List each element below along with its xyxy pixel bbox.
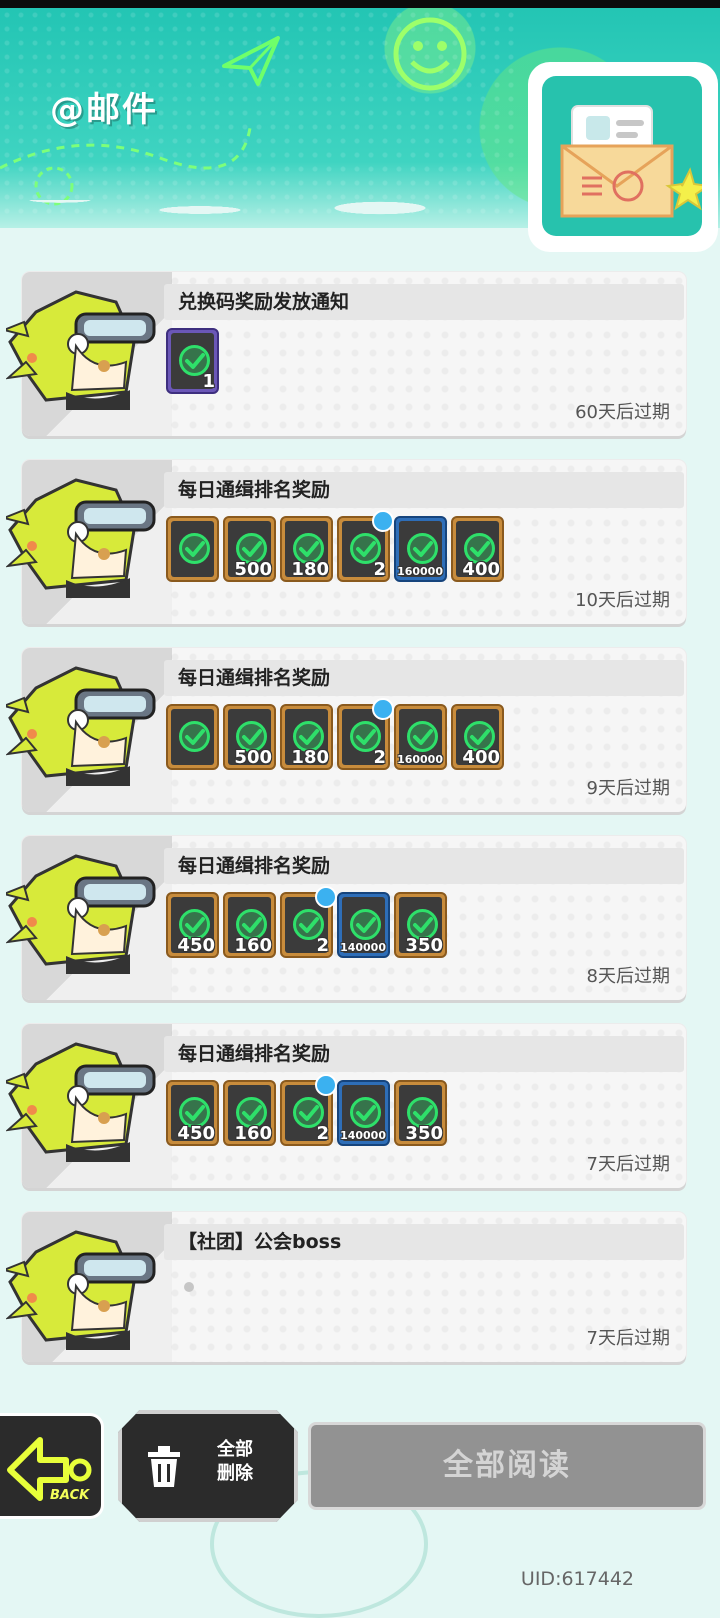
reward-item[interactable]: 160000 (394, 704, 447, 770)
reward-item-quantity: 140000 (340, 941, 386, 954)
reward-item-quantity: 350 (405, 935, 443, 956)
empty-attachment-dot (184, 1282, 194, 1292)
item-badge-icon (372, 698, 394, 720)
reward-item-quantity: 160 (234, 1123, 272, 1144)
reward-item-quantity: 180 (291, 747, 329, 768)
mail-subject: 每日通缉排名奖励 (164, 1036, 684, 1072)
back-button[interactable]: BACK (0, 1413, 104, 1519)
envelope-icon (560, 105, 711, 218)
sender-avatar (0, 1034, 166, 1164)
mail-expiry: 8天后过期 (586, 966, 670, 987)
page-title: @邮件 (50, 90, 158, 130)
mail-subject: 每日通缉排名奖励 (164, 848, 684, 884)
check-circle-icon (178, 532, 211, 565)
reward-item-quantity: 140000 (340, 1129, 386, 1142)
reward-item-quantity: 160 (234, 935, 272, 956)
reward-item[interactable]: 180 (280, 516, 333, 582)
read-all-button[interactable]: 全部阅读 (308, 1422, 706, 1510)
check-circle-icon (178, 720, 211, 753)
reward-items: 500 180 2 160000 400 (166, 698, 504, 774)
sender-avatar (0, 282, 166, 412)
reward-items: 450 160 2 140000 350 (166, 1074, 447, 1150)
mail-subject: 【社团】公会boss (164, 1224, 684, 1260)
delete-all-label: 全部 删除 (200, 1438, 270, 1486)
sender-avatar (0, 658, 166, 788)
delete-all-button[interactable]: 全部 删除 (118, 1410, 298, 1522)
sender-avatar (0, 470, 166, 600)
reward-item-quantity: 350 (405, 1123, 443, 1144)
reward-item-quantity: 2 (316, 935, 329, 956)
reward-item-quantity: 180 (291, 559, 329, 580)
reward-item[interactable]: 500 (223, 516, 276, 582)
mail-expiry: 7天后过期 (586, 1154, 670, 1175)
reward-item[interactable]: 400 (451, 516, 504, 582)
reward-item[interactable]: 500 (223, 704, 276, 770)
delete-all-label-line: 全部 (217, 1439, 253, 1460)
reward-item[interactable]: 2 (337, 510, 394, 582)
reward-item[interactable]: 350 (394, 1080, 447, 1146)
paper-plane-icon (222, 36, 280, 86)
reward-items: 500 180 2 160000 400 (166, 510, 504, 586)
reward-item[interactable]: 400 (451, 704, 504, 770)
sender-avatar (0, 1222, 166, 1352)
reward-item-quantity: 1 (202, 371, 215, 392)
reward-item[interactable]: 180 (280, 704, 333, 770)
mail-expiry: 7天后过期 (586, 1328, 670, 1349)
reward-item-quantity: 450 (177, 935, 215, 956)
bottom-bar: BACK 全部删除 全部阅读 (0, 1410, 720, 1530)
item-badge-icon (315, 1074, 337, 1096)
mail-subject: 每日通缉排名奖励 (164, 472, 684, 508)
reward-item[interactable]: 2 (337, 698, 394, 770)
reward-item[interactable]: 2 (280, 886, 337, 958)
status-bar (0, 0, 720, 8)
trash-icon (148, 1446, 180, 1487)
reward-item[interactable] (166, 704, 219, 770)
mail-illustration (528, 62, 718, 252)
reward-items: 1 (166, 328, 219, 398)
uid-label: UID:617442 (520, 1568, 634, 1590)
reward-item-quantity: 160000 (397, 753, 443, 766)
reward-item[interactable]: 160 (223, 892, 276, 958)
reward-item-quantity: 500 (234, 559, 272, 580)
reward-item-quantity: 400 (462, 559, 500, 580)
reward-item-quantity: 400 (462, 747, 500, 768)
check-circle-icon (406, 720, 439, 753)
reward-item[interactable]: 140000 (337, 892, 390, 958)
reward-item[interactable]: 160000 (394, 516, 447, 582)
mail-illustration-bg (542, 76, 711, 236)
back-label: BACK (50, 1488, 90, 1503)
item-badge-icon (372, 510, 394, 532)
reward-item[interactable]: 140000 (337, 1080, 390, 1146)
reward-item-quantity: 2 (373, 559, 386, 580)
reward-item-quantity: 160000 (397, 565, 443, 578)
check-circle-icon (349, 908, 382, 941)
reward-item-quantity: 2 (316, 1123, 329, 1144)
mail-expiry: 60天后过期 (575, 402, 670, 423)
reward-item-quantity: 500 (234, 747, 272, 768)
check-circle-icon (349, 1096, 382, 1129)
check-circle-icon (406, 532, 439, 565)
item-badge-icon (315, 886, 337, 908)
delete-all-label-line: 删除 (217, 1463, 253, 1484)
sender-avatar (0, 846, 166, 976)
reward-item[interactable]: 160 (223, 1080, 276, 1146)
mail-subject: 兑换码奖励发放通知 (164, 284, 684, 320)
reward-items: 450 160 2 140000 350 (166, 886, 447, 962)
mail-subject: 每日通缉排名奖励 (164, 660, 684, 696)
reward-item[interactable]: 2 (280, 1074, 337, 1146)
reward-item-quantity: 450 (177, 1123, 215, 1144)
smiley-icon (393, 17, 467, 91)
mail-expiry: 10天后过期 (575, 590, 670, 611)
reward-item-quantity: 2 (373, 747, 386, 768)
reward-item[interactable] (166, 516, 219, 582)
reward-item[interactable]: 350 (394, 892, 447, 958)
read-all-label: 全部阅读 (443, 1448, 571, 1483)
reward-item[interactable]: 450 (166, 1080, 219, 1146)
reward-item[interactable]: 1 (166, 328, 219, 394)
reward-item[interactable]: 450 (166, 892, 219, 958)
mail-expiry: 9天后过期 (586, 778, 670, 799)
